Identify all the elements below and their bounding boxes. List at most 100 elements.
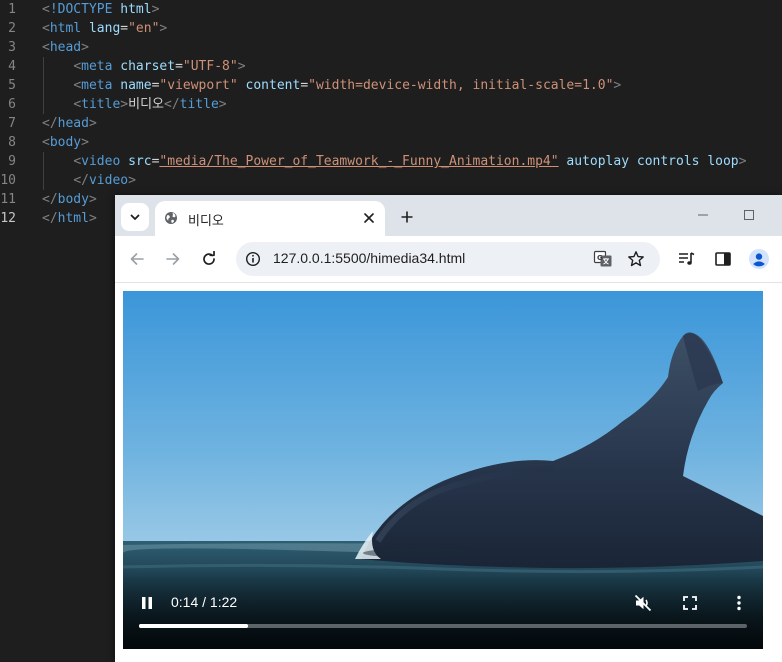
code-token: 비디오 — [128, 97, 164, 112]
code-token: > — [88, 116, 97, 131]
site-info-button[interactable] — [241, 247, 265, 271]
address-bar[interactable]: 127.0.0.1:5500/himedia34.html G — [236, 242, 660, 276]
minimize-icon — [698, 214, 708, 216]
code-token: > — [120, 97, 129, 112]
more-vertical-icon — [737, 595, 741, 611]
translate-icon: G — [593, 250, 612, 267]
arrow-right-icon — [166, 253, 180, 265]
code-token: "width=device-width, initial-scale=1.0" — [308, 78, 614, 93]
tab-title: 비디오 — [188, 214, 224, 229]
browser-window: 비디오 127.0.0.1:5500/himedia34.html G 0:14… — [115, 195, 782, 662]
url-text: 127.0.0.1:5500/himedia34.html — [273, 250, 466, 266]
tab-strip: 비디오 — [115, 195, 782, 236]
tab-close-button[interactable] — [359, 208, 379, 228]
code-token: > — [81, 40, 89, 55]
video-player[interactable]: 0:14 / 1:22 — [123, 291, 763, 649]
window-minimize-button[interactable] — [693, 205, 713, 225]
code-token: controls — [636, 154, 700, 169]
profile-button[interactable] — [748, 248, 770, 270]
code-token: </ — [73, 173, 89, 188]
code-token: > — [613, 78, 622, 93]
code-token: < — [73, 154, 82, 169]
code-token: title — [81, 97, 121, 112]
code-token: > — [88, 211, 97, 226]
line-number: 8 — [8, 135, 16, 150]
code-token: > — [88, 192, 97, 207]
new-tab-button[interactable] — [396, 206, 418, 228]
line-code: </video> — [42, 171, 136, 190]
code-token: > — [738, 154, 747, 169]
code-token: < — [42, 21, 50, 36]
side-panel-icon — [715, 252, 731, 266]
line-code: <!DOCTYPE html> — [42, 0, 159, 19]
code-token: content — [245, 78, 301, 93]
globe-icon — [165, 212, 177, 224]
star-icon — [628, 251, 644, 267]
code-token: > — [159, 21, 168, 36]
forward-button[interactable] — [161, 247, 185, 271]
back-button[interactable] — [125, 247, 149, 271]
code-token: "media/The_Power_of_Teamwork_-_Funny_Ani… — [159, 154, 559, 169]
video-progress-bar[interactable] — [139, 624, 747, 628]
line-number: 12 — [0, 211, 16, 226]
code-token: video — [88, 173, 129, 188]
pause-button[interactable] — [135, 591, 159, 615]
line-code: <video src="media/The_Power_of_Teamwork_… — [42, 152, 746, 171]
video-progress-fill — [139, 624, 249, 628]
more-options-button[interactable] — [727, 591, 751, 615]
svg-text:G: G — [597, 254, 603, 262]
bookmark-button[interactable] — [626, 249, 646, 269]
code-token: </ — [42, 116, 58, 131]
volume-muted-icon — [634, 594, 652, 612]
arrow-left-icon — [130, 253, 144, 265]
video-controls: 0:14 / 1:22 — [123, 571, 763, 649]
code-token: html — [57, 211, 89, 226]
code-token: video — [81, 154, 121, 169]
media-controls-button[interactable] — [675, 248, 697, 270]
translate-button[interactable]: G — [593, 249, 613, 269]
fullscreen-icon — [683, 596, 697, 610]
line-number: 1 — [8, 2, 16, 17]
close-icon — [364, 213, 374, 223]
mute-button[interactable] — [631, 591, 655, 615]
code-token: < — [73, 59, 82, 74]
code-token: > — [81, 135, 89, 150]
code-token: "viewport" — [159, 78, 238, 93]
reload-button[interactable] — [197, 247, 221, 271]
line-number: 4 — [8, 59, 16, 74]
line-code: </head> — [42, 114, 97, 133]
window-maximize-button[interactable] — [739, 205, 759, 225]
media-queue-icon — [679, 252, 695, 265]
line-number: 6 — [8, 97, 16, 112]
plus-icon — [401, 211, 413, 223]
code-token: < — [42, 135, 50, 150]
code-token: > — [151, 2, 160, 17]
code-token: charset — [120, 59, 176, 74]
code-token: < — [73, 78, 82, 93]
line-code: <meta charset="UTF-8"> — [42, 57, 245, 76]
code-token: src — [128, 154, 152, 169]
line-number: 2 — [8, 21, 16, 36]
line-code: </body> — [42, 190, 97, 209]
code-token: loop — [707, 154, 739, 169]
fullscreen-button[interactable] — [678, 591, 702, 615]
code-token: "en" — [128, 21, 160, 36]
tab-search-button[interactable] — [121, 203, 149, 231]
browser-toolbar: 127.0.0.1:5500/himedia34.html G — [115, 236, 782, 283]
code-token: html — [120, 2, 152, 17]
code-token: < — [42, 2, 50, 17]
side-panel-button[interactable] — [712, 248, 734, 270]
code-token: name — [120, 78, 152, 93]
tab-active[interactable]: 비디오 — [155, 201, 385, 236]
code-token: autoplay — [566, 154, 630, 169]
code-token: = — [300, 78, 309, 93]
